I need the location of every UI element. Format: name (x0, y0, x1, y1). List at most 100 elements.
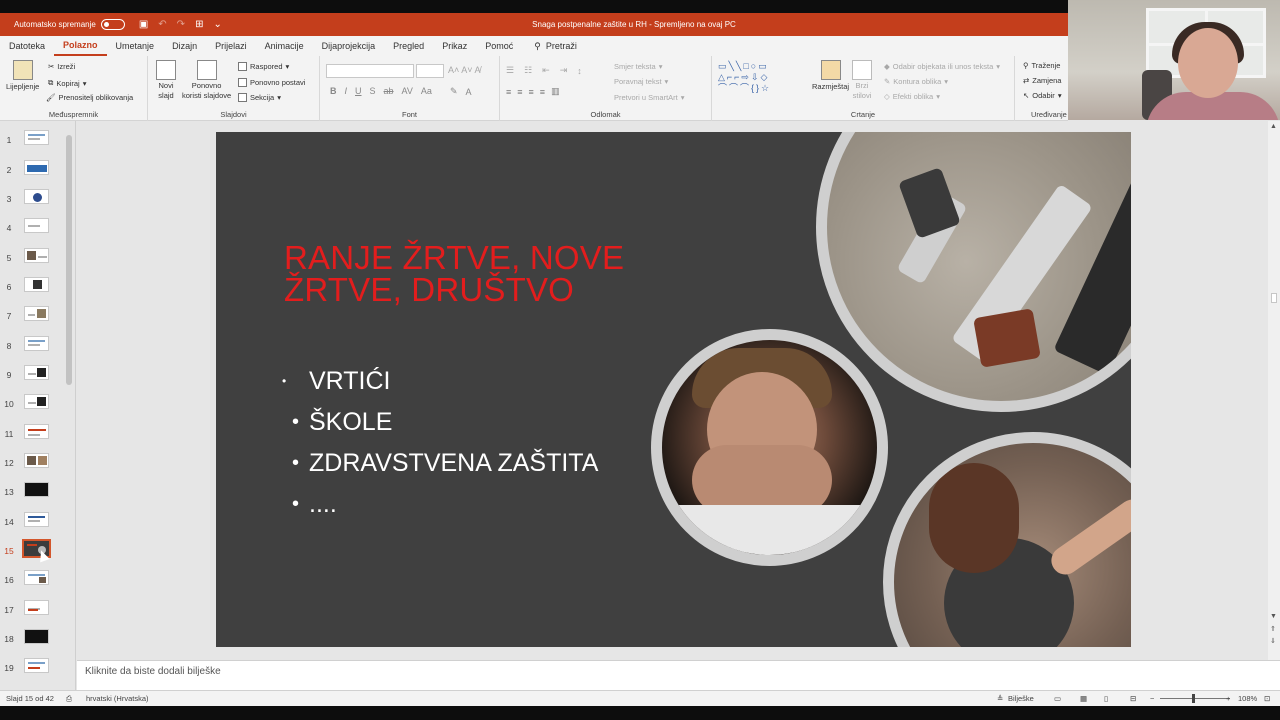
tab-view[interactable]: Prikaz (433, 36, 476, 56)
customize-icon[interactable]: ⌄ (213, 19, 221, 30)
new-slide-button[interactable]: Novi slajd (156, 60, 176, 100)
normal-view-icon[interactable]: ▭ (1054, 694, 1061, 703)
quick-styles-button[interactable]: Brzi stilovi (852, 60, 872, 100)
align-text-button[interactable]: Poravnaj tekst ▾ (614, 77, 668, 86)
tab-animations[interactable]: Animacije (256, 36, 313, 56)
slideshow-view-icon[interactable]: ⊟ (1130, 694, 1136, 703)
indent-less-icon[interactable]: ⇤ (542, 65, 550, 76)
thumbnail-slide-18[interactable]: 18 (0, 624, 68, 653)
line-spacing-icon[interactable]: ↕ (577, 66, 582, 76)
tab-design[interactable]: Dizajn (163, 36, 206, 56)
tab-file[interactable]: Datoteka (0, 36, 54, 56)
thumbnail-slide-11[interactable]: 11 (0, 419, 68, 448)
bold-icon[interactable]: B (330, 86, 337, 96)
tab-home[interactable]: Polazno (54, 36, 107, 56)
paste-button[interactable]: Lijepljenje (6, 60, 39, 91)
strike-icon[interactable]: ab (384, 86, 394, 96)
tab-slideshow[interactable]: Dijaprojekcija (313, 36, 385, 56)
thumbnail-slide-16[interactable]: 16 (0, 565, 68, 594)
thumbnail-slide-7[interactable]: 7 (0, 301, 68, 330)
copy-button[interactable]: ⧉ Kopiraj ▾ (48, 78, 86, 88)
replace-button[interactable]: ⇄ Zamjena (1023, 76, 1061, 85)
next-slide-icon[interactable]: ⇓ (1270, 637, 1276, 645)
notes-toggle-button[interactable]: Bilješke (1008, 694, 1034, 703)
font-color-icon[interactable]: A (466, 87, 472, 97)
slide-title[interactable]: RANJE ŽRTVE, NOVE ŽRTVE, DRUŠTVO (284, 241, 744, 306)
thumbnail-slide-19[interactable]: 19 (0, 653, 68, 682)
shape-fill-button[interactable]: ◆ Odabir objekata ili unos teksta ▾ (884, 62, 1000, 71)
align-right-icon[interactable]: ≡ (529, 87, 534, 97)
numbering-icon[interactable]: ☷ (524, 65, 532, 76)
reset-button[interactable]: Ponovno postavi (238, 78, 305, 87)
font-style-buttons[interactable]: B I U Sab AV Aa (330, 86, 432, 96)
guns-photo[interactable] (816, 132, 1131, 412)
fit-slide-icon[interactable]: ⊡ (1264, 694, 1270, 703)
find-button[interactable]: ⚲ Traženje (1023, 61, 1060, 70)
case-icon[interactable]: Aa (421, 86, 432, 96)
zoom-out-icon[interactable]: − (1150, 694, 1154, 703)
thumbnail-slide-8[interactable]: 8 (0, 331, 68, 360)
color-buttons[interactable]: ✎ A (450, 86, 472, 97)
scroll-down-icon[interactable]: ▼ (1270, 613, 1277, 620)
smartart-button[interactable]: Pretvori u SmartArt ▾ (614, 93, 685, 102)
layout-button[interactable]: Raspored ▾ (238, 62, 289, 71)
abused-woman-photo[interactable] (883, 432, 1131, 647)
thumbnail-slide-5[interactable]: 5 (0, 243, 68, 272)
underline-icon[interactable]: U (355, 86, 362, 96)
justify-icon[interactable]: ≡ (540, 87, 545, 97)
thumbnail-slide-4[interactable]: 4 (0, 213, 68, 242)
scroll-up-icon[interactable]: ▲ (1270, 123, 1277, 130)
align-buttons[interactable]: ≡ ≡ ≡ ≡ ▥ (506, 86, 560, 97)
shapes-gallery[interactable]: ▭╲╲□○▭ △⌐⌐⇨⇩◇ ⌒⌒⌒{}☆ (718, 61, 804, 94)
autosave-toggle[interactable] (100, 19, 125, 30)
zoom-level[interactable]: 108% (1238, 694, 1257, 703)
search-box[interactable]: ⚲ Pretraži (522, 41, 577, 52)
thumbnail-slide-14[interactable]: 14 (0, 507, 68, 536)
accessibility-icon[interactable]: ⎙ (66, 694, 72, 704)
zoom-in-icon[interactable]: + (1226, 694, 1230, 703)
shape-effects-button[interactable]: ◇ Efekti oblika ▾ (884, 92, 940, 101)
thumbnail-slide-1[interactable]: 1 (0, 125, 68, 154)
font-name-input[interactable] (326, 64, 414, 78)
notes-field[interactable]: Kliknite da biste dodali bilješke (77, 660, 1280, 690)
align-center-icon[interactable]: ≡ (517, 87, 522, 97)
align-left-icon[interactable]: ≡ (506, 87, 511, 97)
redo-icon[interactable]: ↷ (177, 19, 185, 30)
thumbnail-slide-12[interactable]: 12 (0, 448, 68, 477)
thumbnail-slide-6[interactable]: 6 (0, 272, 68, 301)
zoom-slider[interactable] (1160, 694, 1230, 703)
reading-view-icon[interactable]: ▯ (1104, 694, 1108, 703)
indent-more-icon[interactable]: ⇥ (560, 65, 568, 76)
thumbnail-slide-9[interactable]: 9 (0, 360, 68, 389)
tab-review[interactable]: Pregled (384, 36, 433, 56)
list-buttons[interactable]: ☰ ☷ ⇤ ⇥ ↕ (506, 65, 582, 76)
tab-help[interactable]: Pomoć (476, 36, 522, 56)
arrange-button[interactable]: Razmještaj (812, 60, 849, 91)
cut-button[interactable]: ✂ Izreži (48, 62, 75, 71)
tab-insert[interactable]: Umetanje (107, 36, 164, 56)
language-status[interactable]: hrvatski (Hrvatska) (86, 694, 149, 703)
bullet-list[interactable]: • VRTIĆI • ŠKOLE • ZDRAVSTVENA ZAŠTITA •...… (282, 364, 598, 528)
thumbnail-slide-2[interactable]: 2 (0, 155, 68, 184)
shape-outline-button[interactable]: ✎ Kontura oblika ▾ (884, 77, 948, 86)
save-icon[interactable]: ▣ (139, 19, 148, 30)
select-button[interactable]: ↖ Odabir ▾ (1023, 91, 1062, 100)
canvas-scrollbar[interactable]: ▲ ▼ ⇑ ⇓ (1268, 121, 1280, 660)
thumbnail-slide-13[interactable]: 13 (0, 477, 68, 506)
font-size-input[interactable] (416, 64, 444, 78)
tab-transitions[interactable]: Prijelazi (206, 36, 256, 56)
current-slide[interactable]: RANJE ŽRTVE, NOVE ŽRTVE, DRUŠTVO • VRTIĆI… (216, 132, 1131, 647)
section-button[interactable]: Sekcija ▾ (238, 93, 281, 102)
text-direction-button[interactable]: Smjer teksta ▾ (614, 62, 662, 71)
sorter-view-icon[interactable]: ▦ (1080, 694, 1087, 703)
thumbnail-slide-15[interactable]: 15 (0, 536, 68, 565)
reuse-slides-button[interactable]: Ponovno koristi slajdove (182, 60, 231, 100)
format-painter-button[interactable]: 🖌 Prenositelj oblikovanja (46, 93, 133, 102)
highlight-icon[interactable]: ✎ (450, 86, 458, 97)
prev-slide-icon[interactable]: ⇑ (1270, 625, 1276, 633)
bullets-icon[interactable]: ☰ (506, 65, 514, 76)
font-size-buttons[interactable]: A˄ A˅ A̸ (448, 65, 481, 75)
columns-icon[interactable]: ▥ (551, 86, 560, 97)
notes-toggle-icon[interactable]: ≜ (997, 694, 1003, 703)
thumbnail-slide-17[interactable]: 17 (0, 595, 68, 624)
